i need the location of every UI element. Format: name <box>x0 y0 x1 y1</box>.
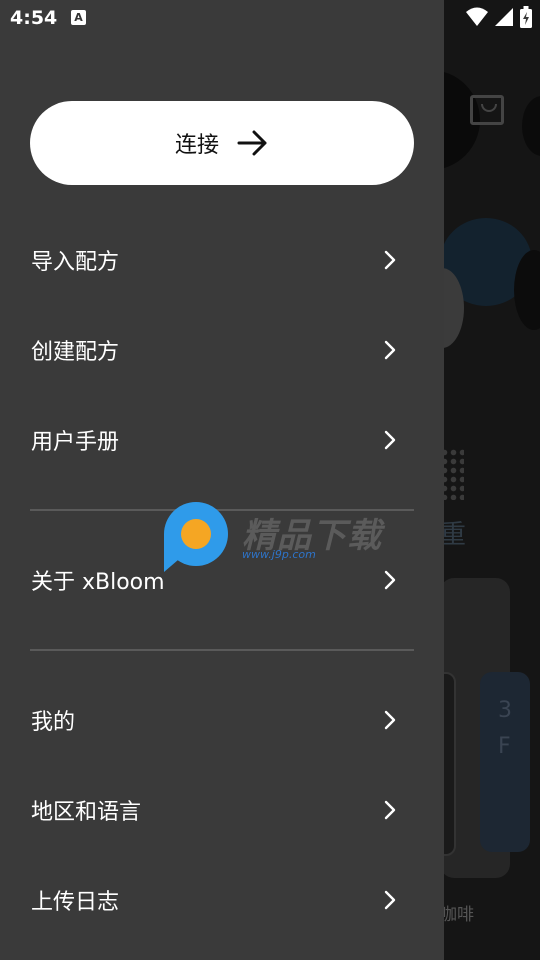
menu-item-label: 我的 <box>31 710 76 735</box>
menu-item-label: 导入配方 <box>31 250 120 275</box>
menu-item-label: 上传日志 <box>31 890 120 915</box>
chevron-right-icon <box>384 430 396 450</box>
chevron-right-icon <box>384 710 396 730</box>
background-card-text: 3 <box>498 698 512 723</box>
menu-item-label: 用户手册 <box>31 430 120 455</box>
menu-item-import-recipe[interactable]: 导入配方 <box>0 220 444 300</box>
connect-button-label: 连接 <box>174 133 219 158</box>
background-image-circle <box>522 96 540 156</box>
divider <box>30 649 414 651</box>
background-coffee-label: 咖啡 <box>440 905 474 925</box>
status-icons <box>466 6 532 28</box>
menu-item-create-recipe[interactable]: 创建配方 <box>0 310 444 390</box>
connect-button[interactable]: 连接 <box>30 101 414 185</box>
navigation-drawer: 连接 导入配方 创建配方 用户手册 关于 xBloom 我的 地区和语言 上传日… <box>0 0 444 960</box>
shopping-bag-icon <box>470 95 504 125</box>
signal-icon <box>495 8 513 26</box>
menu-item-user-manual[interactable]: 用户手册 <box>0 400 444 480</box>
menu-item-profile[interactable]: 我的 <box>0 680 444 760</box>
menu-item-region-language[interactable]: 地区和语言 <box>0 770 444 850</box>
menu-item-label: 地区和语言 <box>31 800 142 825</box>
notification-a-icon: A <box>71 10 86 25</box>
status-bar: 4:54 A <box>0 0 540 36</box>
background-card-text: F <box>498 734 511 759</box>
watermark-logo-icon <box>164 502 228 572</box>
menu-item-upload-log[interactable]: 上传日志 <box>0 860 444 940</box>
menu-item-label: 关于 xBloom <box>31 570 165 595</box>
chevron-right-icon <box>384 890 396 910</box>
wifi-icon <box>466 7 488 26</box>
status-time: 4:54 <box>10 7 58 29</box>
chevron-right-icon <box>384 800 396 820</box>
chevron-right-icon <box>384 340 396 360</box>
battery-charging-icon <box>520 6 532 28</box>
arrow-right-icon <box>237 130 267 156</box>
chevron-right-icon <box>384 250 396 270</box>
menu-item-label: 创建配方 <box>31 340 120 365</box>
watermark-url: www.j9p.com <box>242 548 316 561</box>
watermark: 精品下载 www.j9p.com <box>162 500 392 572</box>
